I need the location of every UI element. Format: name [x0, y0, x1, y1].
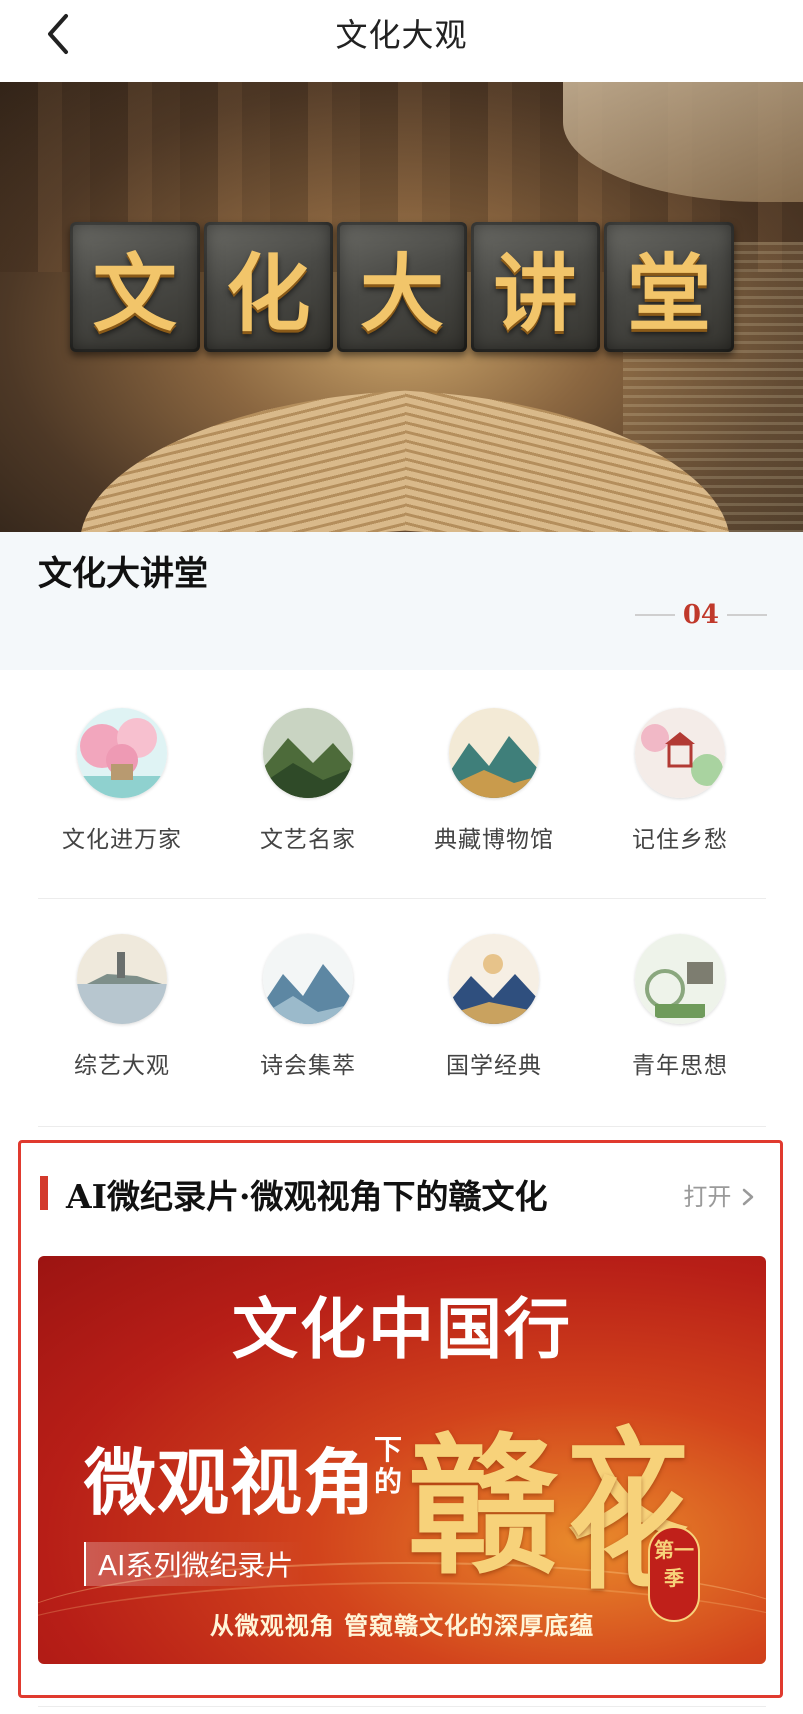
- grid-divider: [38, 1126, 766, 1127]
- poster-small-text: 下的: [374, 1433, 403, 1498]
- ai-documentary-poster[interactable]: 文化中国行 微观视角 下的 赣 文化 第一季 AI系列微纪录片 从微观视角 管窥…: [38, 1256, 766, 1664]
- cherry-blossom-house-icon: [77, 708, 167, 798]
- category-item-diancang-bowuguan[interactable]: 典藏博物馆: [401, 708, 587, 854]
- category-label: 文化进万家: [62, 827, 182, 853]
- page-title: 文化大观: [335, 16, 468, 54]
- carousel-page-indicator: 04: [634, 600, 767, 630]
- book-right-pages: [405, 390, 730, 532]
- category-label: 记住乡愁: [632, 827, 728, 853]
- banner-char-block: 讲: [470, 222, 601, 352]
- poster-gan-character: 赣: [408, 1419, 559, 1595]
- banner-title-blocks: 文 化 大 讲 堂: [70, 222, 734, 352]
- grid-divider: [38, 898, 766, 899]
- category-label: 国学经典: [446, 1053, 542, 1079]
- lecture-caption-card: 文化大讲堂 04: [0, 532, 803, 670]
- category-item-qingnian-sixiang[interactable]: 青年思想: [587, 934, 773, 1080]
- sun-mountains-icon: [449, 934, 539, 1024]
- lecture-title: 文化大讲堂: [38, 554, 208, 594]
- indicator-dash: [634, 614, 675, 616]
- section-accent-bar: [40, 1176, 48, 1210]
- category-row: 文化进万家 文艺名家 典藏博物馆 记住乡愁: [0, 708, 803, 854]
- open-label: 打开: [683, 1183, 732, 1211]
- category-label: 诗会集萃: [260, 1053, 356, 1079]
- banner-char-block: 文: [70, 222, 200, 352]
- category-label: 青年思想: [632, 1053, 728, 1079]
- category-label: 典藏博物馆: [434, 827, 554, 853]
- category-item-wenhua-jin-wanjia[interactable]: 文化进万家: [29, 708, 215, 854]
- ink-mountains-icon: [263, 934, 353, 1024]
- banner-char-block: 化: [203, 222, 334, 352]
- category-label: 综艺大观: [74, 1053, 170, 1079]
- landscape-painting-icon: [449, 708, 539, 798]
- top-nav-bar: 文化大观: [0, 0, 803, 82]
- open-link[interactable]: 打开: [683, 1177, 755, 1212]
- pavilion-icon: [635, 708, 725, 798]
- indicator-number: 04: [682, 600, 719, 630]
- category-row: 综艺大观 诗会集萃 国学经典 青年思想: [0, 934, 803, 1080]
- category-item-wenyi-mingjia[interactable]: 文艺名家: [215, 708, 401, 854]
- poster-main-text: 微观视角: [84, 1440, 377, 1525]
- category-label: 文艺名家: [260, 827, 356, 853]
- green-mountains-icon: [263, 708, 353, 798]
- pagoda-lake-icon: [77, 934, 167, 1024]
- poster-footer-text: 从微观视角 管窥赣文化的深厚底蕴: [209, 1612, 595, 1640]
- ai-section-title: AI微纪录片·微观视角下的赣文化: [66, 1177, 548, 1216]
- category-item-zongyi-daguan[interactable]: 综艺大观: [29, 934, 215, 1080]
- hero-banner[interactable]: 文 化 大 讲 堂: [0, 82, 803, 532]
- category-item-guoxue-jingdian[interactable]: 国学经典: [401, 934, 587, 1080]
- bottom-divider: [38, 1706, 766, 1707]
- banner-char-block: 堂: [604, 222, 734, 352]
- garden-window-icon: [635, 934, 725, 1024]
- book-left-pages: [80, 390, 405, 532]
- category-item-jizhu-xiangchou[interactable]: 记住乡愁: [587, 708, 773, 854]
- category-item-shihui-jicui[interactable]: 诗会集萃: [215, 934, 401, 1080]
- banner-char-block: 大: [337, 222, 467, 352]
- chevron-right-icon: [742, 1188, 754, 1206]
- indicator-dash: [727, 614, 767, 616]
- open-book-illustration: [80, 390, 730, 532]
- poster-top-title: 文化中国行: [232, 1290, 572, 1368]
- poster-subtitle: AI系列微纪录片: [84, 1542, 306, 1586]
